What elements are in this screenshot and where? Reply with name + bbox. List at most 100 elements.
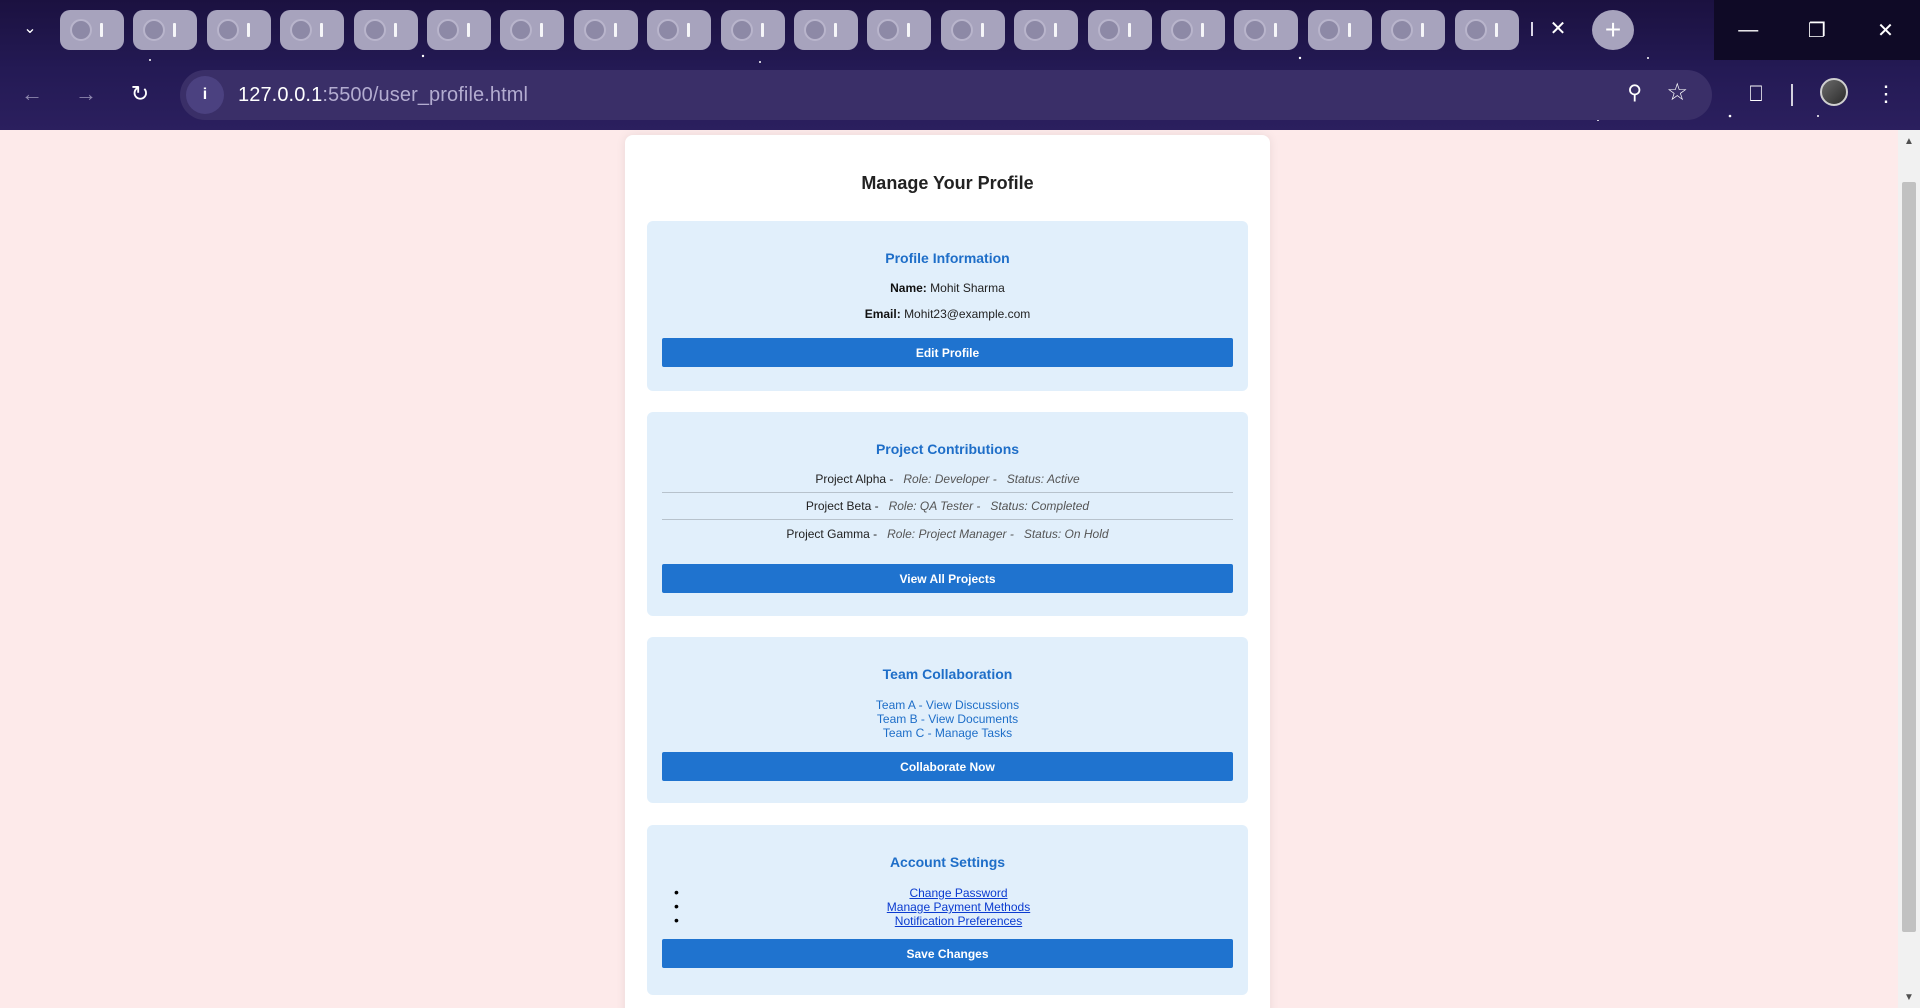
browser-tab[interactable] (280, 10, 345, 50)
site-info-icon[interactable]: i (186, 76, 224, 114)
team-c-tasks-link[interactable]: Team C - Manage Tasks (647, 726, 1248, 740)
project-name: Project Alpha - (815, 472, 894, 486)
collaborate-now-button[interactable]: Collaborate Now (662, 752, 1233, 781)
toolbar-divider (1791, 84, 1793, 106)
tab-title-stub (980, 23, 984, 37)
tab-favicon-icon (1024, 19, 1047, 41)
zoom-icon[interactable]: ⚲ (1627, 80, 1642, 105)
browser-tab[interactable] (1014, 10, 1079, 50)
window-controls: — ❐ ✕ (1714, 0, 1920, 60)
tab-favicon-icon (877, 19, 900, 41)
page-title: Manage Your Profile (861, 173, 1034, 193)
tab-title-stub (1127, 23, 1131, 37)
browser-tab[interactable] (573, 10, 638, 50)
team-a-discussions-link[interactable]: Team A - View Discussions (647, 698, 1248, 712)
team-b-documents-link[interactable]: Team B - View Documents (647, 712, 1248, 726)
tab-favicon-icon (143, 19, 166, 41)
minimize-icon[interactable]: — (1714, 0, 1783, 60)
project-status: Status: Active (1006, 472, 1080, 486)
browser-tab[interactable] (427, 10, 491, 50)
bookmark-star-icon[interactable]: ☆ (1666, 78, 1688, 107)
browser-tab[interactable] (1234, 10, 1299, 50)
browser-tab[interactable] (500, 10, 565, 50)
new-tab-button[interactable]: + (1592, 10, 1634, 50)
page-viewport: Manage Your Profile Profile Information … (0, 130, 1898, 1008)
profile-avatar[interactable] (1820, 78, 1848, 106)
email-label: Email: (864, 307, 901, 321)
browser-tab[interactable] (647, 10, 712, 50)
notification-preferences-link[interactable]: Notification Preferences (895, 914, 1022, 928)
project-status: Status: Completed (990, 499, 1090, 513)
scrollbar-thumb[interactable] (1902, 182, 1916, 932)
project-contributions-heading: Project Contributions (875, 441, 1020, 457)
browser-tab[interactable] (1161, 10, 1225, 50)
profile-information-heading: Profile Information (885, 250, 1010, 266)
tab-title-stub (1421, 23, 1425, 37)
browser-tab[interactable] (133, 10, 198, 50)
browser-tab[interactable] (940, 10, 1005, 50)
restore-icon[interactable]: ❐ (1783, 0, 1852, 60)
tab-favicon-icon (657, 19, 680, 41)
project-row: Project Beta - Role: QA Tester - Status:… (662, 493, 1233, 520)
tab-title-stub (834, 23, 837, 37)
list-item: Manage Payment Methods (647, 899, 1248, 914)
team-links: Team A - View Discussions Team B - View … (647, 698, 1248, 740)
browser-tab[interactable] (1454, 10, 1519, 50)
tab-favicon-icon (583, 19, 606, 41)
view-all-projects-button[interactable]: View All Projects (662, 564, 1233, 593)
browser-tab[interactable] (867, 10, 932, 50)
list-item: Notification Preferences (647, 913, 1248, 928)
tab-favicon-icon (363, 19, 386, 41)
close-tab-icon[interactable]: ✕ (1544, 14, 1572, 42)
project-role: Role: Developer - (903, 472, 997, 486)
team-collaboration-section: Team Collaboration Team A - View Discuss… (647, 637, 1248, 803)
browser-tab[interactable] (206, 10, 271, 50)
tab-title-stub (1347, 23, 1351, 37)
project-role: Role: Project Manager - (887, 526, 1014, 541)
url-text[interactable]: 127.0.0.1:5500/user_profile.html (238, 84, 528, 107)
name-value: Mohit Sharma (930, 281, 1005, 295)
forward-arrow-icon[interactable]: → (68, 76, 104, 112)
tab-favicon-icon (730, 19, 753, 41)
scroll-down-arrow-icon[interactable]: ▼ (1898, 988, 1920, 1006)
browser-tab[interactable] (720, 10, 785, 50)
tab-strip: ⌄ ✕ + — ❐ ✕ (0, 0, 1920, 60)
tab-favicon-icon (804, 19, 826, 41)
project-list: Project Alpha - Role: Developer - Status… (662, 466, 1233, 547)
url-host: 127.0.0.1 (238, 83, 323, 106)
tab-favicon-icon (950, 19, 973, 41)
team-collaboration-heading: Team Collaboration (882, 666, 1013, 682)
tab-favicon-icon (70, 19, 92, 41)
tab-favicon-icon (1317, 19, 1340, 41)
edit-profile-button[interactable]: Edit Profile (662, 338, 1233, 367)
page-scrollbar[interactable]: ▲ ▼ (1898, 130, 1920, 1008)
browser-tab[interactable] (1381, 10, 1446, 50)
back-arrow-icon[interactable]: ← (14, 76, 50, 112)
extensions-puzzle-icon[interactable]: ⎕ (1740, 78, 1772, 110)
tab-favicon-icon (437, 19, 459, 41)
address-bar[interactable]: i 127.0.0.1:5500/user_profile.html ⚲ ☆ (180, 70, 1712, 120)
tab-search-chevron-icon[interactable]: ⌄ (16, 14, 44, 42)
browser-tab[interactable] (1307, 10, 1372, 50)
project-contributions-section: Project Contributions Project Alpha - Ro… (647, 412, 1248, 616)
manage-payment-methods-link[interactable]: Manage Payment Methods (887, 900, 1030, 914)
reload-icon[interactable]: ↻ (122, 76, 158, 112)
tab-favicon-icon (510, 19, 533, 41)
email-row: Email: Mohit23@example.com (647, 307, 1248, 321)
save-changes-button[interactable]: Save Changes (662, 939, 1233, 968)
tab-title-stub (907, 23, 911, 37)
browser-tab[interactable] (353, 10, 418, 50)
close-window-icon[interactable]: ✕ (1851, 0, 1920, 60)
tab-favicon-icon (216, 19, 239, 41)
browser-tab[interactable] (1087, 10, 1152, 50)
change-password-link[interactable]: Change Password (909, 886, 1007, 900)
project-role: Role: QA Tester - (888, 499, 981, 513)
name-row: Name: Mohit Sharma (647, 281, 1248, 295)
browser-menu-icon[interactable]: ⋮ (1872, 78, 1900, 110)
active-tab-indicator (1531, 22, 1533, 36)
tab-favicon-icon (1391, 19, 1414, 41)
list-item: Change Password (647, 885, 1248, 900)
scroll-up-arrow-icon[interactable]: ▲ (1898, 132, 1920, 150)
browser-tab[interactable] (60, 10, 124, 50)
browser-tab[interactable] (794, 10, 858, 50)
